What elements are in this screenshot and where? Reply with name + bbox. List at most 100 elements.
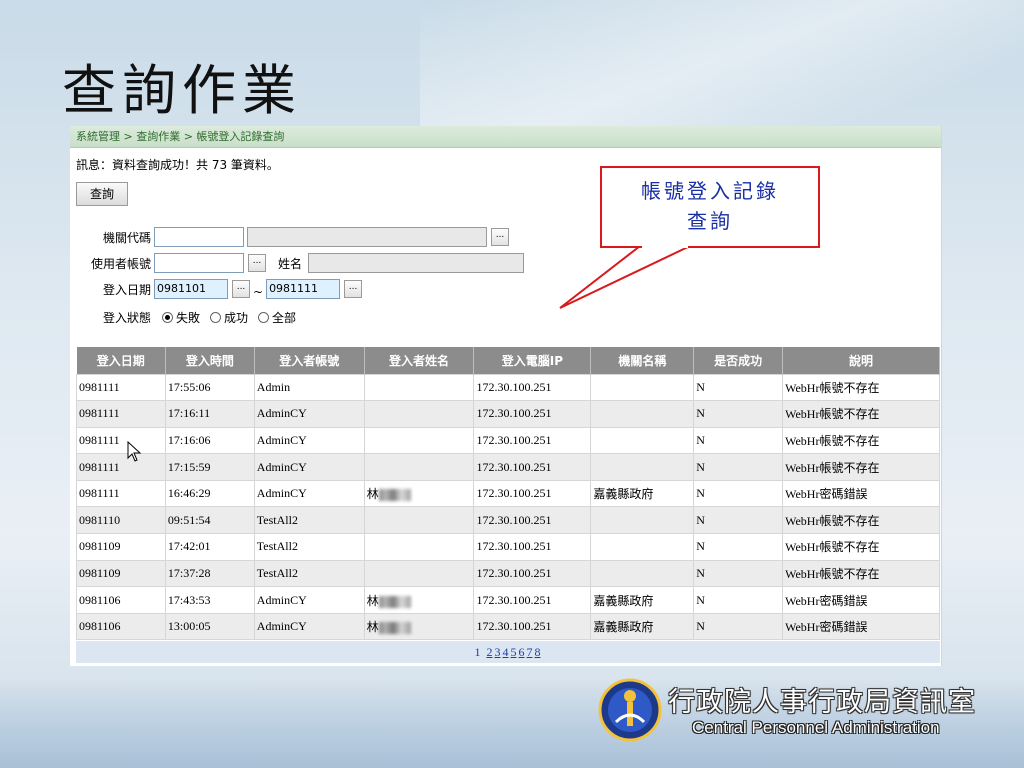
cell-description: WebHr帳號不存在 — [782, 506, 940, 535]
cell-login-date: 0981111 — [76, 453, 166, 481]
col-header-account[interactable]: 登入者帳號 — [254, 347, 365, 374]
cell-login-time-text: 17:15:59 — [167, 459, 211, 474]
pagination: 1 2345678 — [76, 641, 940, 663]
cell-description: WebHr帳號不存在 — [782, 373, 940, 402]
cell-ip: 172.30.100.251 — [473, 373, 592, 402]
cell-ip: 172.30.100.251 — [473, 479, 592, 508]
cell-agency — [590, 373, 695, 402]
table-row: 0981106 17:43:53 AdminCY 林 172.30.100.251 嘉義縣… — [76, 586, 940, 614]
cpa-emblem-icon — [598, 678, 662, 742]
page-link-2[interactable]: 2 — [487, 645, 493, 659]
cell-login-date: 0981111 — [76, 400, 166, 428]
cell-login-time-text: 17:55:06 — [167, 379, 211, 394]
table-row: 0981111 17:16:06 AdminCY 172.30.100.251 N Web… — [76, 426, 940, 455]
col-header-login-date[interactable]: 登入日期 — [76, 347, 166, 374]
mouse-pointer-icon — [127, 441, 142, 462]
cell-user-name: 林 — [363, 612, 475, 641]
cell-login-time-text: 09:51:54 — [167, 512, 211, 527]
cell-description-text: WebHr密碼錯誤 — [785, 487, 868, 502]
date-separator: ~ — [253, 285, 264, 299]
cell-ip-text: 172.30.100.251 — [476, 432, 552, 447]
callout-line-2: 查詢 — [687, 209, 733, 233]
cell-ip-text: 172.30.100.251 — [476, 486, 552, 501]
cell-user-name — [363, 559, 475, 588]
cell-account: Admin — [253, 373, 365, 402]
cell-login-time-text: 17:43:53 — [167, 592, 211, 607]
date-from-picker-button[interactable]: ... — [232, 280, 250, 298]
status-radio-all[interactable]: 全部 — [258, 309, 296, 326]
date-from-input[interactable]: 0981101 — [154, 279, 228, 299]
page-link-5[interactable]: 5 — [511, 645, 517, 659]
cell-account-text: TestAll2 — [256, 512, 298, 527]
page-link-6[interactable]: 6 — [519, 645, 525, 659]
cell-account: AdminCY — [253, 426, 365, 455]
page-link-3[interactable]: 3 — [495, 645, 501, 659]
col-header-user-name[interactable]: 登入者姓名 — [364, 347, 475, 374]
user-lookup-button[interactable]: ... — [248, 254, 266, 272]
agency-code-input[interactable] — [154, 227, 244, 247]
cell-user-name: 林 — [363, 586, 475, 614]
cell-ip-text: 172.30.100.251 — [476, 565, 552, 580]
cell-login-time: 13:00:05 — [164, 612, 255, 641]
user-account-input[interactable] — [154, 253, 244, 273]
cell-login-date-text: 0981111 — [79, 486, 120, 501]
redacted-name-blur — [378, 489, 411, 502]
cell-login-date-text: 0981111 — [79, 379, 120, 394]
table-header-row: 登入日期 登入時間 登入者帳號 登入者姓名 登入電腦IP 機關名稱 是否成功 說… — [76, 347, 940, 374]
cell-login-date: 0981106 — [76, 586, 166, 614]
cell-description-text: WebHr密碼錯誤 — [785, 593, 868, 608]
cell-description: WebHr密碼錯誤 — [782, 612, 940, 641]
cell-user-name — [363, 533, 475, 561]
cell-login-date-text: 0981111 — [79, 406, 120, 421]
cell-agency — [590, 559, 695, 588]
status-option-all-label: 全部 — [272, 310, 297, 325]
cell-description: WebHr密碼錯誤 — [782, 479, 940, 508]
status-radio-success[interactable]: 成功 — [210, 309, 248, 326]
cell-login-time-text: 17:42:01 — [167, 539, 211, 554]
cell-ip: 172.30.100.251 — [473, 400, 592, 428]
cell-description: WebHr帳號不存在 — [782, 559, 940, 588]
cell-description-text: WebHr帳號不存在 — [785, 513, 880, 528]
cell-login-date: 0981110 — [76, 506, 166, 535]
status-radio-fail[interactable]: 失敗 — [162, 309, 200, 326]
col-header-login-time[interactable]: 登入時間 — [165, 347, 255, 374]
cell-ip-text: 172.30.100.251 — [476, 592, 552, 607]
cell-description: WebHr帳號不存在 — [782, 533, 940, 561]
cell-login-date: 0981109 — [76, 533, 166, 561]
cell-success-text: N — [696, 379, 705, 394]
date-to-input[interactable]: 0981111 — [266, 279, 341, 299]
cell-description: WebHr帳號不存在 — [782, 400, 940, 428]
col-header-success[interactable]: 是否成功 — [693, 347, 784, 374]
page-link-7[interactable]: 7 — [527, 645, 533, 659]
cell-account: TestAll2 — [253, 506, 365, 535]
cell-success-text: N — [696, 432, 705, 447]
cell-description: WebHr帳號不存在 — [782, 426, 940, 455]
cell-agency — [590, 506, 695, 535]
cell-login-time: 17:55:06 — [164, 373, 255, 402]
cell-login-date-text: 0981110 — [79, 512, 121, 527]
agency-lookup-button[interactable]: ... — [491, 228, 509, 246]
cell-success-text: N — [696, 592, 705, 607]
cell-success: N — [693, 612, 784, 641]
agency-name-field — [247, 227, 487, 247]
cell-user-name: 林 — [363, 479, 475, 508]
cell-login-date-text: 0981109 — [79, 539, 121, 554]
cell-account-text: AdminCY — [256, 592, 307, 607]
page-link-4[interactable]: 4 — [503, 645, 509, 659]
page-link-8[interactable]: 8 — [535, 645, 541, 659]
cell-account: AdminCY — [253, 612, 365, 641]
redacted-name-blur — [378, 595, 411, 608]
date-to-picker-button[interactable]: ... — [344, 280, 363, 298]
cell-success-text: N — [696, 512, 705, 527]
col-header-description[interactable]: 說明 — [782, 347, 940, 374]
col-header-agency[interactable]: 機關名稱 — [590, 347, 695, 374]
cell-agency: 嘉義縣政府 — [590, 586, 695, 614]
cell-success: N — [693, 426, 784, 455]
query-button[interactable]: 查詢 — [76, 182, 128, 206]
cell-success: N — [693, 400, 784, 428]
status-option-fail-label: 失敗 — [176, 310, 201, 325]
cell-user-name-text: 林 — [366, 487, 379, 502]
cell-account: AdminCY — [253, 479, 365, 508]
cell-ip-text: 172.30.100.251 — [476, 406, 552, 421]
col-header-ip[interactable]: 登入電腦IP — [473, 347, 592, 374]
